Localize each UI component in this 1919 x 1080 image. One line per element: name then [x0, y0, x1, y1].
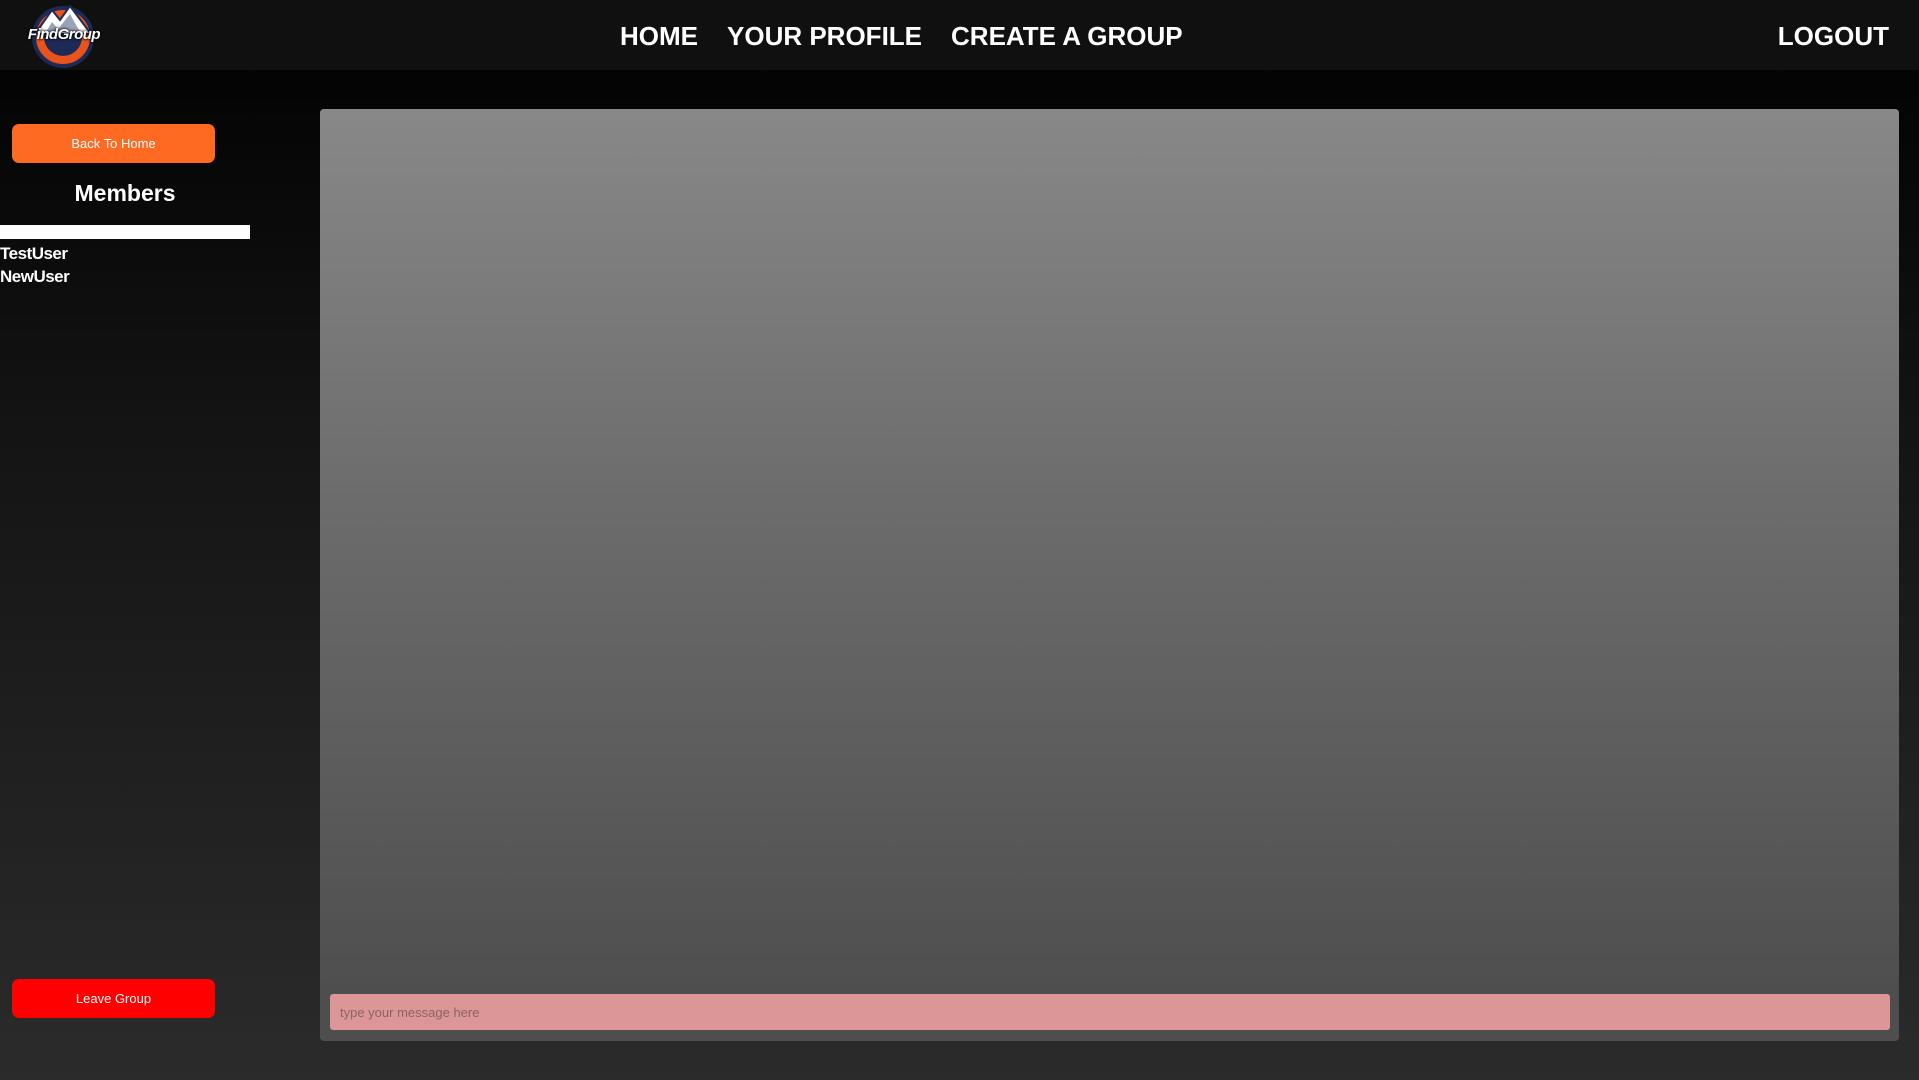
back-to-home-button[interactable]: Back To Home	[12, 124, 215, 163]
nav-profile-link[interactable]: YOUR PROFILE	[727, 18, 922, 54]
message-input[interactable]	[330, 994, 1890, 1030]
member-item: NewUser	[0, 267, 70, 286]
sidebar: Back To Home Members TestUser NewUser Le…	[0, 70, 300, 1080]
nav-home-link[interactable]: HOME	[620, 18, 698, 54]
nav-links: HOME YOUR PROFILE CREATE A GROUP	[620, 18, 1183, 54]
members-heading: Members	[74, 180, 176, 206]
redacted-member-bar	[0, 225, 250, 239]
logout-link[interactable]: LOGOUT	[1778, 18, 1889, 54]
chat-panel	[320, 109, 1899, 1041]
message-area[interactable]	[320, 109, 1899, 983]
logo-text: FindGroup	[27, 26, 101, 43]
nav-create-group-link[interactable]: CREATE A GROUP	[951, 18, 1183, 54]
findgroup-logo[interactable]: FindGroup	[18, 2, 108, 68]
leave-group-button[interactable]: Leave Group	[12, 979, 215, 1018]
member-item: TestUser	[0, 244, 68, 263]
top-navbar: FindGroup HOME YOUR PROFILE CREATE A GRO…	[0, 0, 1919, 70]
message-input-wrapper	[330, 994, 1890, 1030]
member-list: TestUser NewUser	[0, 242, 70, 288]
